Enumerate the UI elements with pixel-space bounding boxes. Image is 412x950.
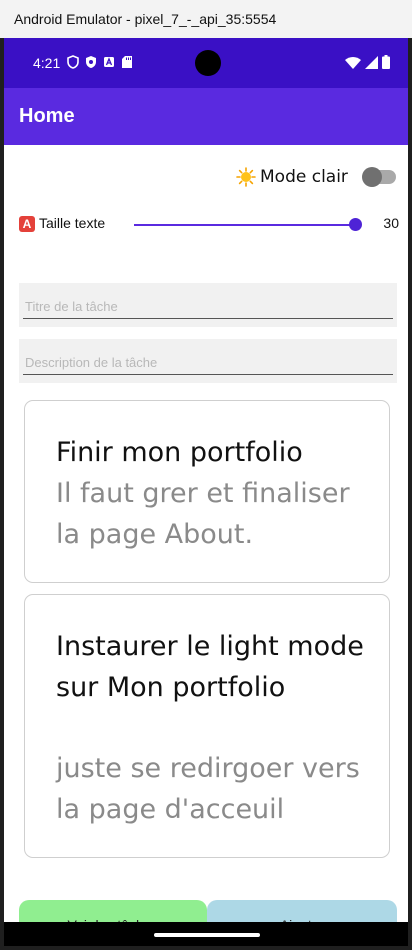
task-title-input[interactable] <box>23 293 393 319</box>
status-time: 4:21 <box>33 55 61 71</box>
task-title: Finir mon portfolio <box>56 437 303 468</box>
theme-switch[interactable] <box>361 167 396 187</box>
wifi-icon <box>345 56 361 74</box>
task-description-input[interactable] <box>23 349 393 375</box>
camera-cutout <box>195 50 221 76</box>
shield-filled-icon <box>85 55 97 69</box>
task-card[interactable]: Finir mon portfolio Il faut grer et fina… <box>24 400 390 583</box>
task-description-underline <box>23 374 393 375</box>
text-size-label: Taille texte <box>39 215 106 231</box>
status-system-icons <box>345 55 390 74</box>
navigation-bar <box>4 922 408 946</box>
status-notification-icons <box>67 55 133 69</box>
letter-a-icon: A <box>19 216 35 232</box>
shield-outline-icon <box>67 55 79 69</box>
task-title-underline <box>23 318 393 319</box>
theme-toggle-row: Mode clair <box>236 167 396 187</box>
theme-switch-thumb[interactable] <box>361 167 382 187</box>
task-description: juste se redirgoer vers la page d'acceui… <box>56 753 360 825</box>
text-size-slider-thumb[interactable] <box>349 218 362 231</box>
page-title: Home <box>19 105 75 127</box>
home-gesture-handle[interactable] <box>154 933 260 937</box>
text-size-slider-track[interactable] <box>134 224 356 226</box>
task-description-field <box>19 339 397 383</box>
app-a-icon <box>103 55 115 69</box>
task-title-field <box>19 283 397 327</box>
status-bar: 4:21 <box>4 38 408 88</box>
text-size-row: A Taille texte 30 <box>19 215 399 235</box>
signal-icon <box>365 55 378 74</box>
text-size-value: 30 <box>383 215 399 231</box>
task-description: Il faut grer et finaliser la page About. <box>56 478 350 550</box>
emulator-window-title: Android Emulator - pixel_7_-_api_35:5554 <box>0 0 412 38</box>
main-content: Mode clair A Taille texte 30 Finir mon p… <box>4 145 408 946</box>
task-title: Instaurer le light mode sur Mon portfoli… <box>56 631 364 703</box>
device-screen: 4:21 Home Mode clair A Taille texte 30 T… <box>4 38 408 946</box>
sun-icon <box>236 167 256 187</box>
battery-icon <box>382 55 390 74</box>
task-card[interactable]: Instaurer le light mode sur Mon portfoli… <box>24 594 390 858</box>
sd-card-icon <box>121 55 133 69</box>
app-bar: Home <box>4 88 408 145</box>
theme-mode-label: Mode clair <box>260 167 348 187</box>
